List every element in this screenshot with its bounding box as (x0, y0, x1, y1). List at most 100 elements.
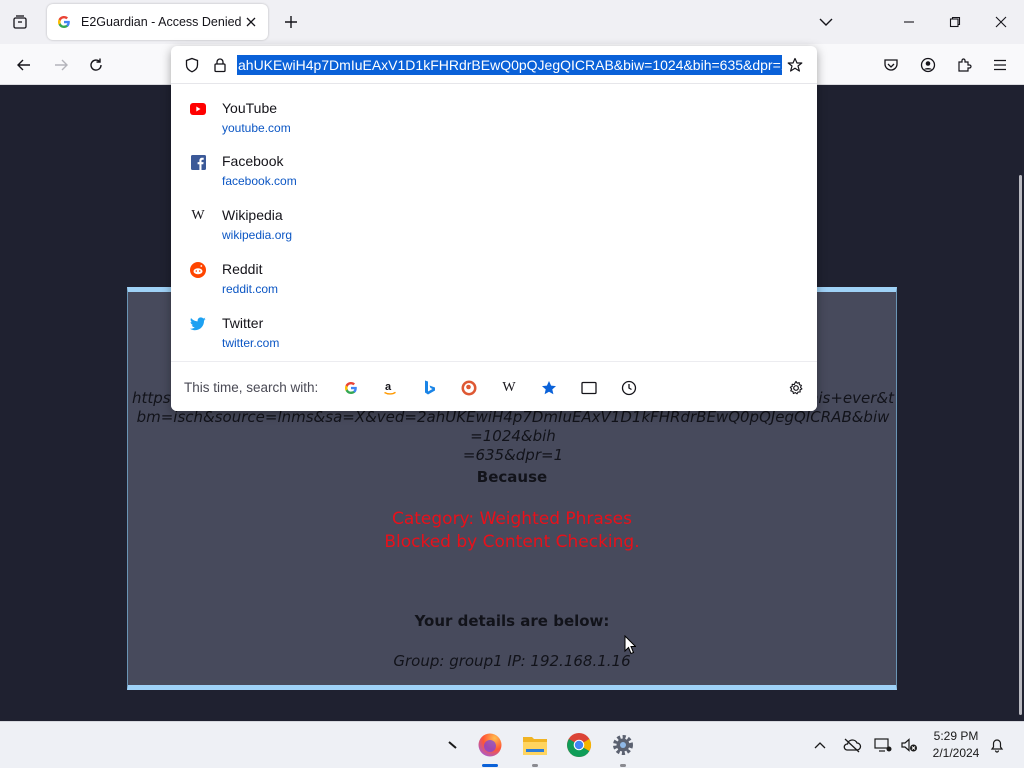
tab-active[interactable]: E2Guardian - Access Denied (47, 4, 268, 40)
user-details: Group: group1 IP: 192.168.1.16 (393, 652, 631, 670)
file-explorer-icon[interactable] (520, 730, 550, 760)
bell-icon (990, 739, 1004, 753)
tab-list-icon (13, 15, 27, 29)
restore-icon (949, 16, 961, 28)
star-icon (787, 57, 803, 72)
chevron-down-icon (819, 18, 833, 26)
wikipedia-icon: W (191, 208, 205, 223)
history-icon[interactable] (619, 378, 639, 398)
block-reason-text: Blocked by Content Checking. (384, 532, 640, 552)
block-reason: Category: Weighted Phrases Blocked by Co… (128, 508, 896, 554)
plus-icon (285, 16, 297, 28)
url-input[interactable]: ahUKEwiH4p7DmIuEAxV1D1kFHRdrBEwQ0pQJegQI… (237, 55, 782, 75)
puzzle-icon (958, 58, 972, 72)
settings-icon[interactable] (608, 730, 638, 760)
search-with-label: This time, search with: (184, 380, 319, 395)
suggestion-wikipedia[interactable]: W Wikipedia wikipedia.org (171, 200, 817, 252)
back-button[interactable] (11, 52, 37, 78)
chevron-up-icon (814, 742, 826, 749)
scrollbar-thumb[interactable] (1019, 175, 1022, 715)
page-scrollbar[interactable] (1016, 85, 1024, 721)
show-hidden-icons-button[interactable] (809, 734, 831, 756)
google-icon[interactable] (341, 378, 361, 398)
tabs-overflow-menu[interactable] (816, 12, 836, 32)
restore-button[interactable] (943, 10, 967, 34)
suggestion-name: YouTube (222, 100, 278, 116)
clock-date: 2/1/2024 (932, 746, 980, 760)
list-all-tabs-button[interactable] (8, 10, 32, 34)
onedrive-offline-icon[interactable] (841, 734, 863, 756)
urlbar[interactable]: ahUKEwiH4p7DmIuEAxV1D1kFHRdrBEwQ0pQJegQI… (171, 46, 817, 84)
amazon-icon[interactable]: a (380, 378, 400, 398)
wikipedia-icon[interactable]: W (499, 378, 519, 398)
facebook-icon (190, 154, 206, 170)
notifications-button[interactable] (986, 734, 1008, 756)
suggestion-url: reddit.com (222, 282, 279, 296)
suggestion-reddit[interactable]: Reddit reddit.com (171, 254, 817, 306)
pocket-button[interactable] (878, 52, 904, 78)
clock-time: 5:29 PM (933, 729, 979, 743)
arrow-right-icon (55, 59, 68, 71)
suggestion-name: Reddit (222, 261, 263, 277)
block-category: Category: Weighted Phrases (391, 509, 633, 529)
bookmark-page-button[interactable] (785, 55, 805, 75)
chrome-icon[interactable] (564, 730, 594, 760)
twitter-icon (190, 316, 206, 332)
minimize-icon (904, 21, 914, 23)
bookmarks-icon[interactable] (539, 378, 559, 398)
close-icon (246, 17, 256, 27)
pen-cursor-icon (444, 730, 462, 760)
settings-running-indicator (620, 764, 626, 767)
suggestion-url: wikipedia.org (222, 228, 293, 242)
blocked-url-line-3: =635&dpr=1 (462, 446, 564, 464)
explorer-running-indicator (532, 764, 538, 767)
network-icon[interactable] (872, 734, 894, 756)
close-window-button[interactable] (989, 10, 1013, 34)
suggestion-facebook[interactable]: Facebook facebook.com (171, 146, 817, 198)
shield-icon (185, 57, 199, 73)
blocked-url-line-2: bm=isch&source=lnms&sa=X&ved=2ahUKEwiH4p… (136, 408, 890, 445)
bing-icon[interactable] (420, 378, 440, 398)
mouse-cursor-icon (624, 635, 636, 655)
tab-title: E2Guardian - Access Denied (81, 15, 242, 29)
site-info-button[interactable] (210, 55, 230, 75)
lock-icon (214, 58, 226, 73)
suggestion-name: Twitter (222, 315, 264, 331)
account-button[interactable] (915, 52, 941, 78)
gear-icon (789, 380, 803, 395)
suggestion-url: twitter.com (222, 336, 280, 350)
hamburger-menu-icon (994, 59, 1006, 71)
youtube-icon (190, 101, 206, 117)
reload-icon (90, 58, 102, 71)
search-settings-button[interactable] (786, 378, 806, 398)
minimize-button[interactable] (897, 10, 921, 34)
suggestion-name: Wikipedia (222, 207, 283, 223)
forward-button[interactable] (48, 52, 74, 78)
firefox-active-indicator (482, 764, 498, 767)
suggestion-url: youtube.com (222, 121, 291, 135)
suggestion-name: Facebook (222, 153, 284, 169)
tracking-protection-button[interactable] (182, 55, 202, 75)
pocket-icon (884, 59, 898, 71)
duckduckgo-icon[interactable] (459, 378, 479, 398)
taskbar: 5:29 PM 2/1/2024 (0, 721, 1024, 768)
svg-text:a: a (385, 381, 392, 393)
system-clock[interactable]: 5:29 PM 2/1/2024 (925, 728, 987, 762)
blocked-url-end: nis+ever&t (808, 389, 894, 407)
google-favicon-icon (57, 15, 71, 29)
extensions-button[interactable] (951, 52, 977, 78)
app-menu-button[interactable] (987, 52, 1013, 78)
blocked-url-start: https (132, 389, 171, 407)
suggestion-youtube[interactable]: YouTube youtube.com (171, 93, 817, 145)
new-tab-button[interactable] (280, 11, 302, 33)
suggestion-url: facebook.com (222, 174, 297, 188)
arrow-left-icon (17, 59, 30, 71)
volume-muted-icon[interactable] (898, 734, 920, 756)
urlbar-dropdown: ahUKEwiH4p7DmIuEAxV1D1kFHRdrBEwQ0pQJegQI… (171, 46, 817, 411)
reload-button[interactable] (83, 52, 109, 78)
because-heading: Because (476, 468, 548, 486)
firefox-icon[interactable] (475, 730, 505, 760)
tabs-icon[interactable] (579, 378, 599, 398)
suggestion-twitter[interactable]: Twitter twitter.com (171, 308, 817, 360)
tab-close-button[interactable] (242, 13, 260, 31)
